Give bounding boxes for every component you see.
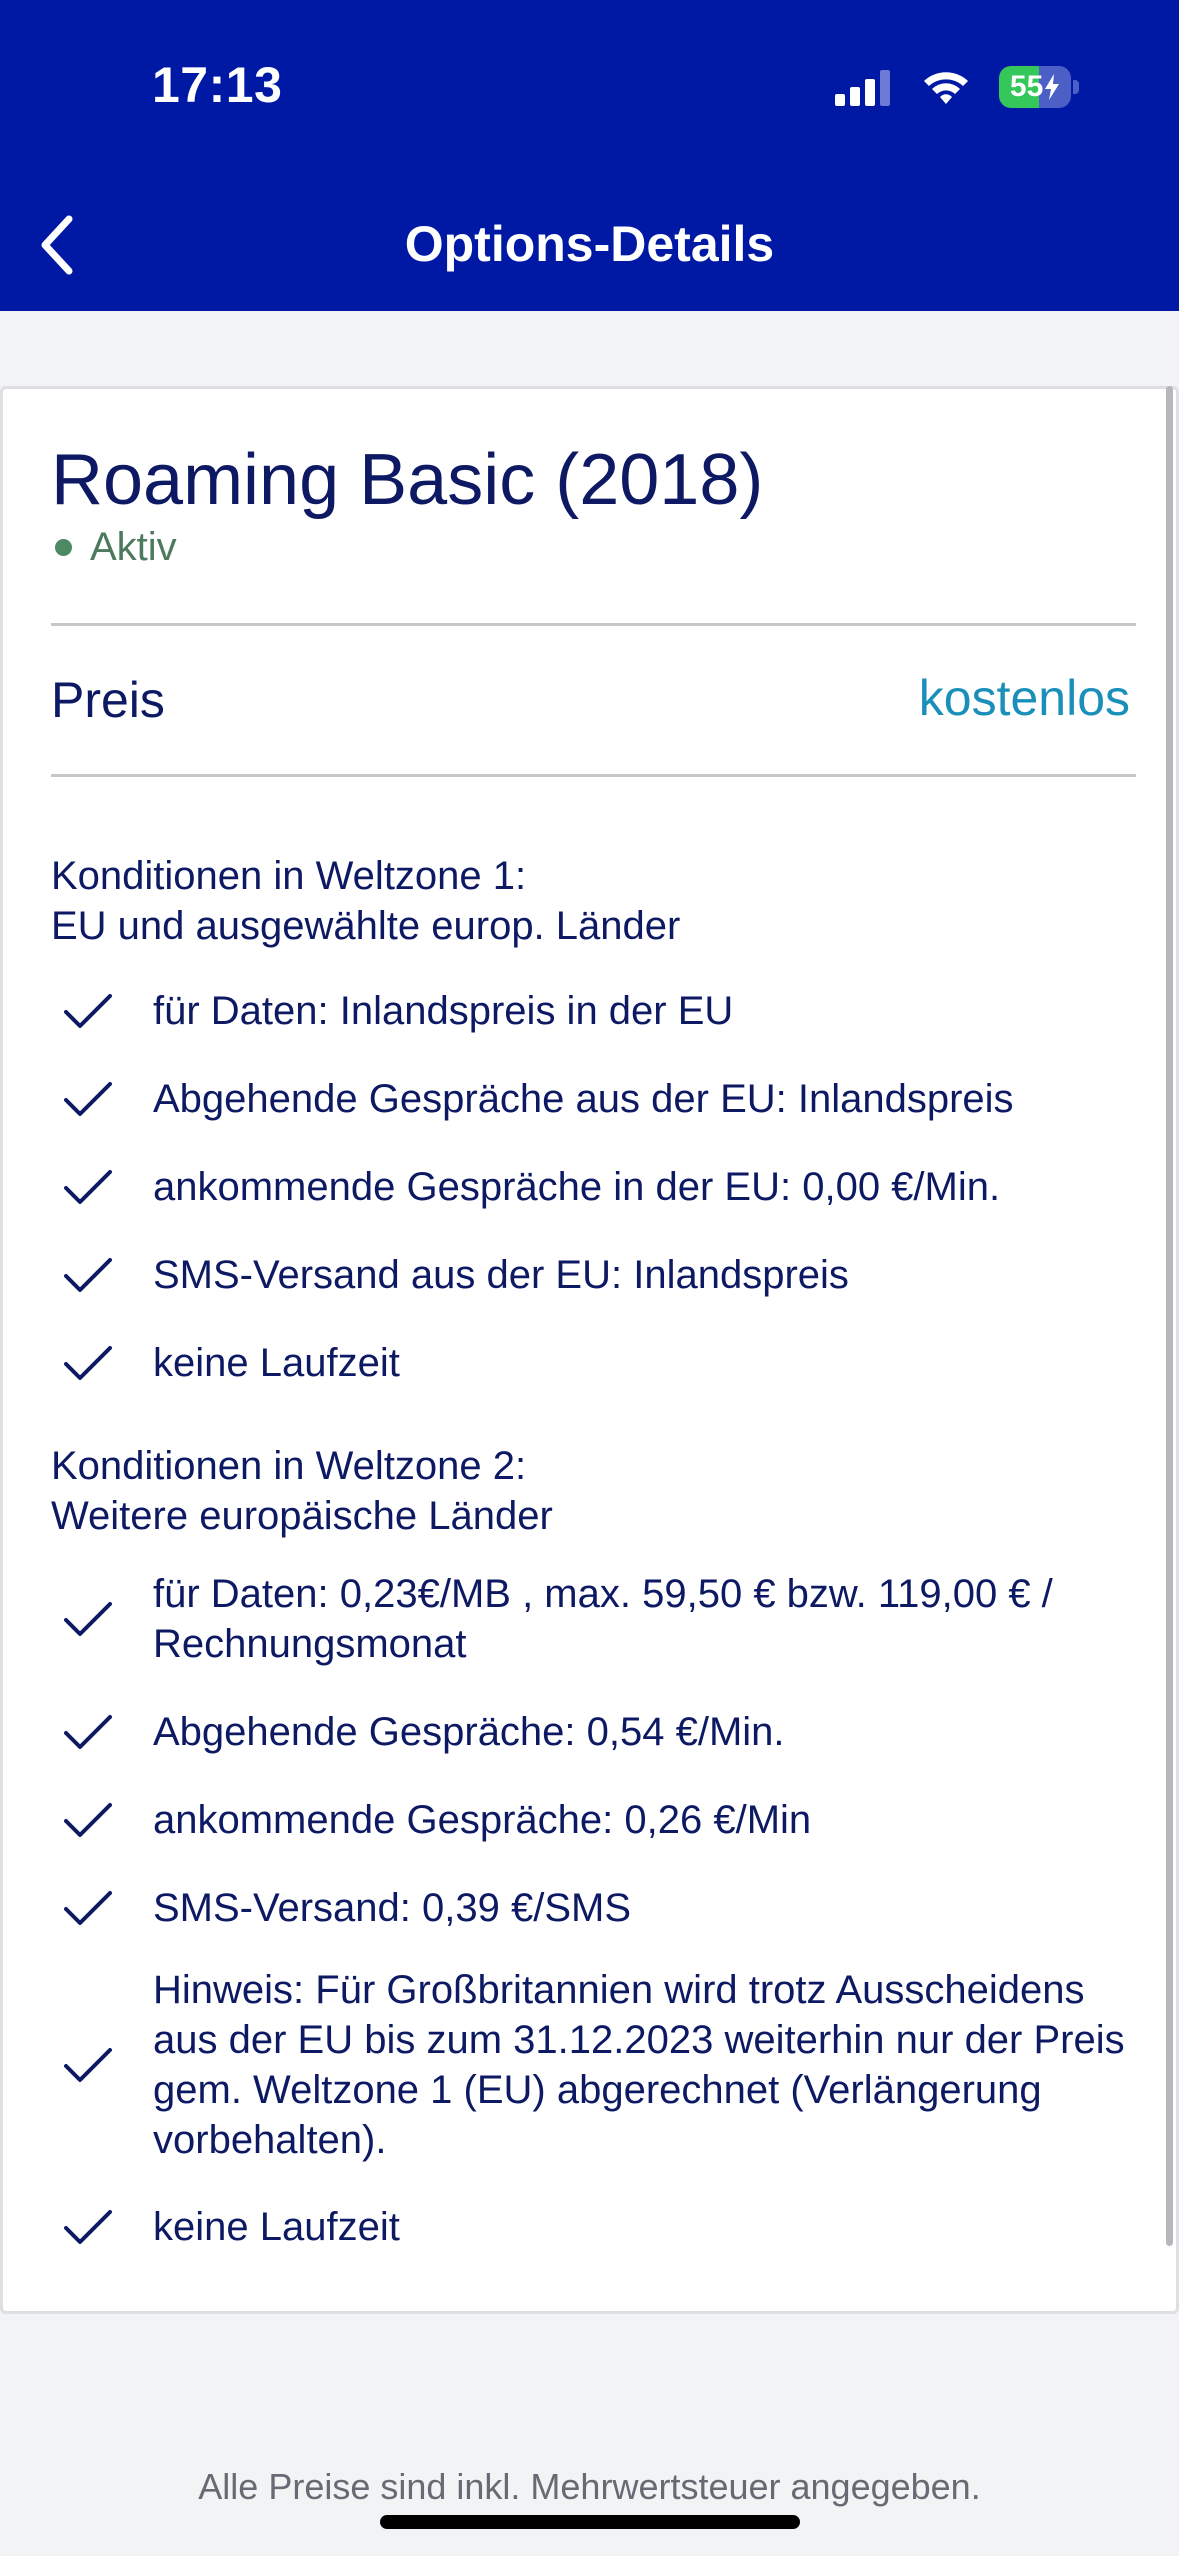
divider xyxy=(51,623,1136,626)
battery-charging-icon: 55 xyxy=(999,66,1079,108)
checkmark-icon xyxy=(51,2035,121,2095)
divider xyxy=(51,774,1136,777)
scrollbar[interactable] xyxy=(1166,386,1173,2246)
condition-text: ankommende Gespräche in der EU: 0,00 €/M… xyxy=(153,1165,1001,1209)
signal-icon xyxy=(835,70,890,106)
checkmark-icon xyxy=(51,1790,121,1850)
home-indicator[interactable] xyxy=(380,2515,800,2529)
list-item: keine Laufzeit xyxy=(51,1333,1141,1393)
checkmark-icon xyxy=(51,981,121,1041)
option-detail-card: Roaming Basic (2018) Aktiv Preis kostenl… xyxy=(0,386,1179,2314)
checkmark-icon xyxy=(51,1702,121,1762)
condition-text: keine Laufzeit xyxy=(153,1341,400,1385)
wifi-icon xyxy=(924,72,968,104)
footer-note: Alle Preise sind inkl. Mehrwertsteuer an… xyxy=(198,2466,981,2507)
condition-text: Abgehende Gespräche: 0,54 €/Min. xyxy=(153,1710,785,1754)
option-title: Roaming Basic (2018) xyxy=(51,440,764,520)
list-item: keine Laufzeit xyxy=(51,2197,1141,2257)
status-icons: 55 xyxy=(835,62,1079,112)
condition-text: Hinweis: Für Großbritannien wird trotz A… xyxy=(153,1968,1125,2162)
zone2-heading-line2: Weitere europäische Länder xyxy=(51,1494,553,1538)
price-value: kostenlos xyxy=(918,670,1130,726)
checkmark-icon xyxy=(51,1157,121,1217)
zone1-heading-line1: Konditionen in Weltzone 1: xyxy=(51,854,527,898)
charging-bolt-icon xyxy=(1045,74,1060,100)
list-item: ankommende Gespräche: 0,26 €/Min xyxy=(51,1790,1141,1850)
list-item: SMS-Versand aus der EU: Inlandspreis xyxy=(51,1245,1141,1305)
status-badge: Aktiv xyxy=(55,525,177,570)
checkmark-icon xyxy=(51,1878,121,1938)
options-details-screen: 17:13 55 Options-Details Roaming Basic (… xyxy=(0,0,1179,2556)
checkmark-icon xyxy=(51,1069,121,1129)
condition-text: für Daten: 0,23€/MB , max. 59,50 € bzw. … xyxy=(153,1572,1053,1666)
list-item: Abgehende Gespräche aus der EU: Inlandsp… xyxy=(51,1069,1141,1129)
condition-text: Abgehende Gespräche aus der EU: Inlandsp… xyxy=(153,1077,1014,1121)
zone2-heading-line1: Konditionen in Weltzone 2: xyxy=(51,1444,527,1488)
status-dot-icon xyxy=(55,539,72,556)
condition-text: ankommende Gespräche: 0,26 €/Min xyxy=(153,1798,812,1842)
list-item: für Daten: 0,23€/MB , max. 59,50 € bzw. … xyxy=(51,1569,1141,1669)
battery-percentage: 55 xyxy=(1009,70,1044,103)
page-title: Options-Details xyxy=(404,216,775,272)
condition-text: SMS-Versand: 0,39 €/SMS xyxy=(153,1886,632,1930)
status-label: Aktiv xyxy=(90,525,177,569)
price-label: Preis xyxy=(51,672,165,728)
condition-text: SMS-Versand aus der EU: Inlandspreis xyxy=(153,1253,849,1297)
list-item: für Daten: Inlandspreis in der EU xyxy=(51,981,1141,1041)
zone1-heading: Konditionen in Weltzone 1: EU und ausgew… xyxy=(51,851,680,951)
list-item: Abgehende Gespräche: 0,54 €/Min. xyxy=(51,1702,1141,1762)
checkmark-icon xyxy=(51,1245,121,1305)
list-item: ankommende Gespräche in der EU: 0,00 €/M… xyxy=(51,1157,1141,1217)
app-header: 17:13 55 Options-Details xyxy=(0,0,1179,311)
condition-text: für Daten: Inlandspreis in der EU xyxy=(153,989,734,1033)
list-item: SMS-Versand: 0,39 €/SMS xyxy=(51,1878,1141,1938)
checkmark-icon xyxy=(51,1589,121,1649)
status-time: 17:13 xyxy=(152,57,283,113)
zone1-heading-line2: EU und ausgewählte europ. Länder xyxy=(51,904,681,948)
condition-text: keine Laufzeit xyxy=(153,2205,400,2249)
checkmark-icon xyxy=(51,1333,121,1393)
checkmark-icon xyxy=(51,2197,121,2257)
list-item: Hinweis: Für Großbritannien wird trotz A… xyxy=(51,1965,1141,2165)
zone2-heading: Konditionen in Weltzone 2: Weitere europ… xyxy=(51,1441,553,1541)
